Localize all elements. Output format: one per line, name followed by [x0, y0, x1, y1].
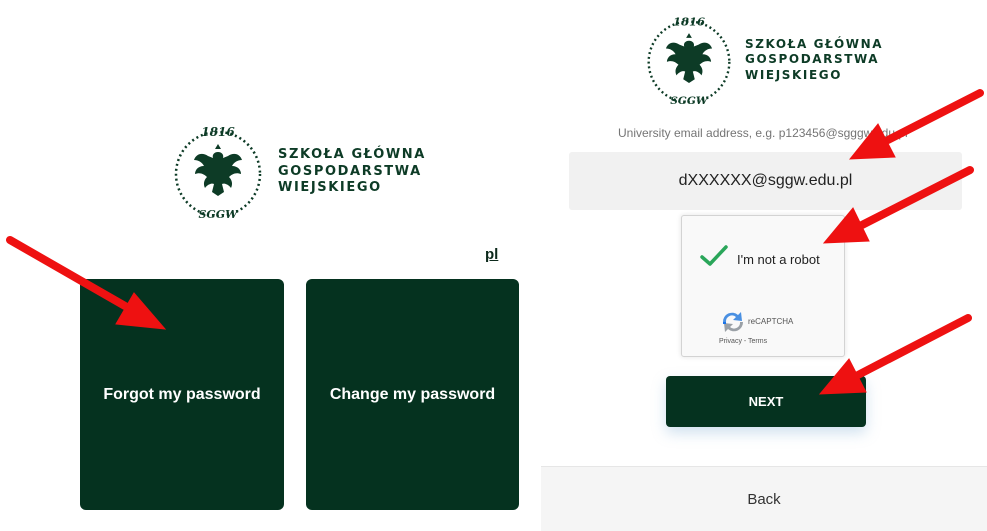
red-arrow-icon: [848, 89, 984, 160]
red-arrow-icon: [822, 166, 974, 244]
red-arrow-icon: [6, 236, 167, 330]
annotation-arrows: [6, 89, 984, 395]
red-arrow-icon: [818, 314, 972, 395]
